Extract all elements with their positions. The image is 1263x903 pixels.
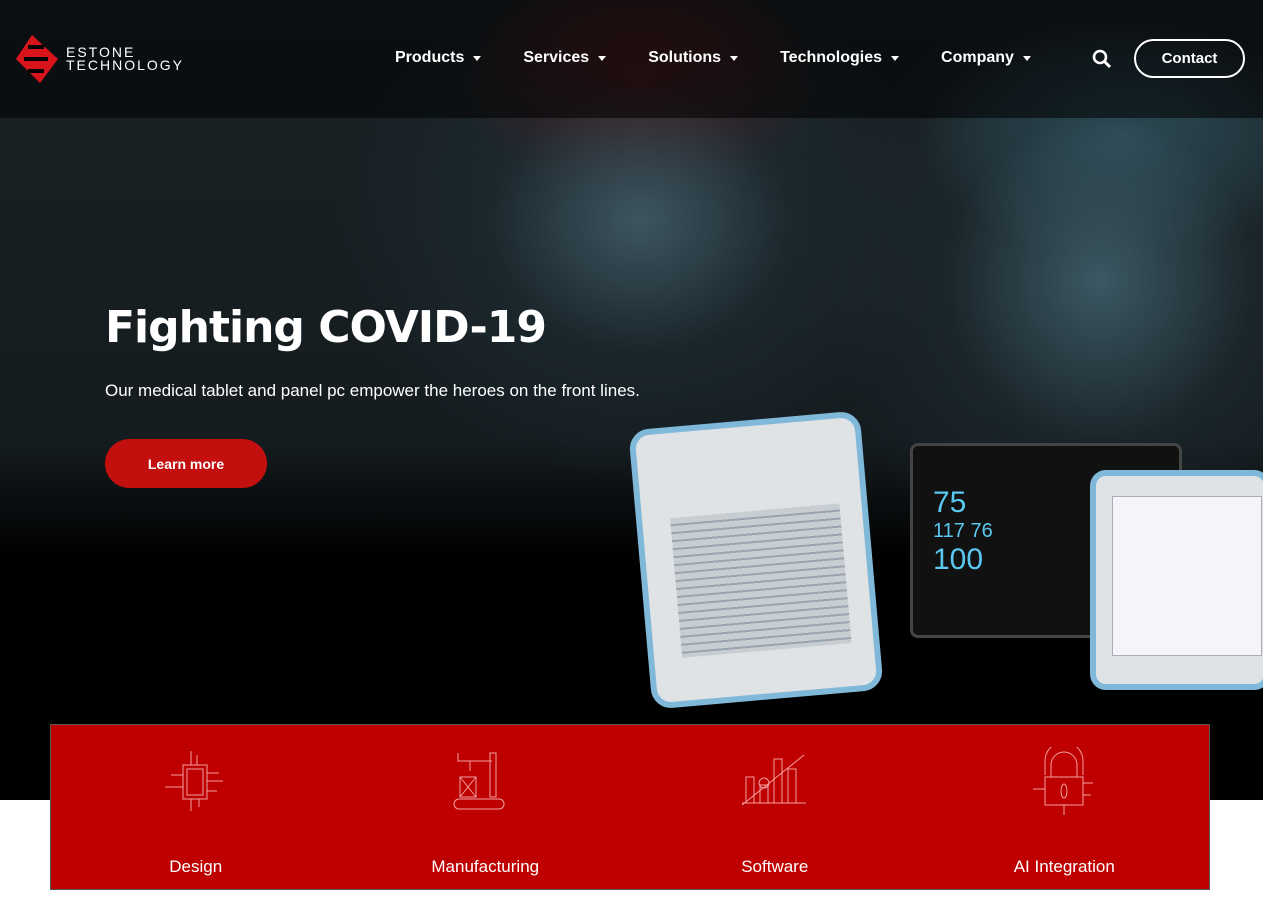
nav-products[interactable]: Products: [395, 49, 482, 67]
chip-icon: [164, 751, 223, 811]
logo-text: ESTONE TECHNOLOGY: [66, 44, 185, 73]
feature-label: Design: [169, 857, 223, 876]
feature-label: Manufacturing: [431, 857, 540, 876]
feature-ai-integration[interactable]: AI Integration: [920, 725, 1210, 889]
feature-design[interactable]: Design: [51, 725, 341, 889]
feature-label: AI Integration: [1013, 857, 1115, 876]
chevron-down-icon: [730, 55, 739, 61]
features-band: Design Manufacturing Software AI Integra…: [50, 724, 1210, 890]
feature-label: Software: [741, 857, 809, 876]
contact-button[interactable]: Contact: [1134, 39, 1245, 78]
nav-services[interactable]: Services: [523, 49, 607, 67]
nav-company[interactable]: Company: [941, 49, 1031, 67]
chevron-down-icon: [1022, 55, 1031, 61]
medical-tablet-image: [628, 410, 884, 710]
logo[interactable]: ESTONE TECHNOLOGY: [14, 33, 184, 85]
chevron-down-icon: [891, 55, 900, 61]
feature-manufacturing[interactable]: Manufacturing: [341, 725, 631, 889]
lock-icon: [1033, 747, 1094, 815]
chevron-down-icon: [473, 55, 482, 61]
hero-banner: 75 117 76 100 Fighting COVID-19 Our medi…: [0, 0, 1263, 800]
nav-solutions[interactable]: Solutions: [648, 49, 739, 67]
panel-pc-image: [1090, 470, 1263, 690]
factory-icon: [453, 752, 505, 810]
main-nav: Products Services Solutions Technologies…: [395, 49, 1073, 67]
chart-icon: [741, 754, 806, 806]
chevron-down-icon: [598, 55, 607, 61]
estone-logo-icon: [16, 35, 58, 83]
hero-subtitle: Our medical tablet and panel pc empower …: [105, 381, 640, 400]
hero-title: Fighting COVID-19: [105, 302, 547, 353]
search-icon[interactable]: [1092, 49, 1112, 69]
nav-technologies[interactable]: Technologies: [780, 49, 900, 67]
feature-software[interactable]: Software: [630, 725, 920, 889]
site-header: ESTONE TECHNOLOGY Products Services Solut…: [0, 0, 1263, 118]
learn-more-button[interactable]: Learn more: [105, 439, 267, 488]
